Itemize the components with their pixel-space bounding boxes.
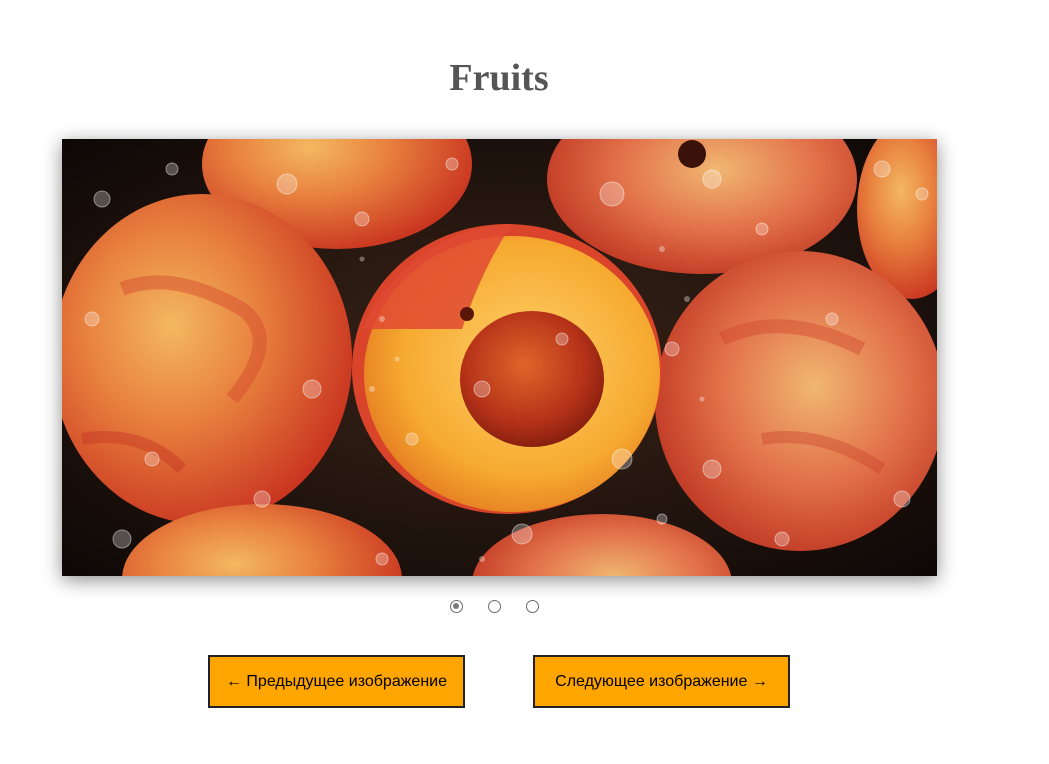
slide-indicator-3[interactable]	[526, 600, 539, 613]
page-title: Fruits	[449, 57, 549, 99]
slide-image-peaches	[62, 139, 937, 576]
image-slider	[62, 139, 937, 576]
slide-indicator-2[interactable]	[488, 600, 501, 613]
next-image-button[interactable]: Следующее изображение →	[533, 655, 790, 708]
slider-indicators	[450, 600, 539, 616]
page: Fruits ← Предыдущее изображение Следующе…	[0, 0, 1049, 764]
previous-image-button[interactable]: ← Предыдущее изображение	[208, 655, 465, 708]
slide-indicator-1[interactable]	[450, 600, 463, 613]
